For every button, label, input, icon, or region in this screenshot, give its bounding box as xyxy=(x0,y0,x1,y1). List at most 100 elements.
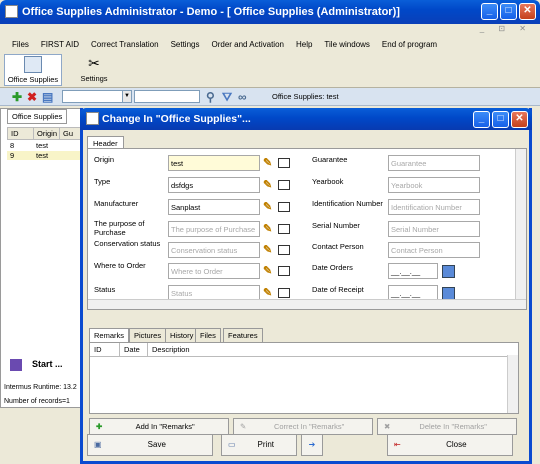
main-title-bar: Office Supplies Administrator - Demo - [… xyxy=(0,0,540,24)
header-form: Origin test ✎ Type dsfdgs ✎ Manufacturer… xyxy=(87,148,527,310)
where-to-order-field[interactable]: Where to Order xyxy=(168,263,260,279)
add-remark-button[interactable]: ✚ Add In "Remarks" xyxy=(89,418,229,435)
date-orders-label: Date Orders xyxy=(312,263,353,272)
manufacturer-label: Manufacturer xyxy=(94,199,139,208)
search-icon[interactable]: ⚲ xyxy=(206,91,218,103)
remarks-grid-header: ID Date Description xyxy=(90,343,518,357)
status-toggle[interactable] xyxy=(278,288,290,298)
col-date[interactable]: Date xyxy=(120,343,148,356)
records-header: ID Origin Gu xyxy=(7,127,87,140)
app-icon xyxy=(5,5,18,18)
dialog-footer: ▣ Save ▭ Print ➔ ⇤ Close xyxy=(87,434,527,460)
col-id[interactable]: ID xyxy=(90,343,120,356)
pencil-icon[interactable]: ✎ xyxy=(263,157,276,170)
purpose-field[interactable]: The purpose of Purchase xyxy=(168,221,260,237)
mdi-controls[interactable]: _ ⊡ ✕ xyxy=(480,24,532,33)
tab-files[interactable]: Files xyxy=(195,328,221,342)
tab-office-supplies[interactable]: Office Supplies xyxy=(7,109,68,124)
menu-help[interactable]: Help xyxy=(296,40,312,49)
menu-files[interactable]: Files xyxy=(12,40,29,49)
menu-first-aid[interactable]: FIRST AID xyxy=(41,40,79,49)
origin-toggle[interactable] xyxy=(278,158,290,168)
toolbar-status: Office Supplies: test xyxy=(272,92,339,101)
close-dialog-button[interactable]: ⇤ Close xyxy=(387,434,513,456)
form-horizontal-scrollbar[interactable] xyxy=(88,299,526,309)
pencil-icon: ✎ xyxy=(240,422,247,431)
minimize-button[interactable]: _ xyxy=(481,3,498,20)
cell-id: 9 xyxy=(10,151,15,160)
menu-tile-windows[interactable]: Tile windows xyxy=(324,40,370,49)
conservation-field[interactable]: Conservation status xyxy=(168,242,260,258)
start-button[interactable]: Start ... xyxy=(6,355,86,377)
tab-remarks[interactable]: Remarks xyxy=(89,328,130,342)
where-to-order-toggle[interactable] xyxy=(278,266,290,276)
table-row[interactable]: 9 test xyxy=(7,151,89,160)
menu-order-activation[interactable]: Order and Activation xyxy=(211,40,283,49)
menu-correct-translation[interactable]: Correct Translation xyxy=(91,40,159,49)
tab-pictures[interactable]: Pictures xyxy=(129,328,167,342)
purpose-toggle[interactable] xyxy=(278,224,290,234)
main-title: Office Supplies Administrator - Demo - [… xyxy=(22,6,400,18)
remarks-vertical-scrollbar[interactable] xyxy=(507,355,518,413)
yearbook-label: Yearbook xyxy=(312,177,344,186)
maximize-button[interactable]: □ xyxy=(500,3,517,20)
delete-icon: ✖ xyxy=(384,422,391,431)
origin-field[interactable]: test xyxy=(168,155,260,171)
dialog-maximize-button[interactable]: □ xyxy=(492,111,509,128)
add-icon[interactable]: ✚ xyxy=(12,91,24,103)
menu-bar: Files FIRST AID Correct Translation Sett… xyxy=(0,36,540,52)
table-row[interactable]: 8 test xyxy=(7,141,89,150)
search-input[interactable] xyxy=(134,90,200,103)
tools-icon: ✂ xyxy=(88,55,100,71)
purpose-label: The purpose of Purchase xyxy=(94,219,145,237)
col-id[interactable]: ID xyxy=(8,128,34,139)
pencil-icon[interactable]: ✎ xyxy=(263,265,276,278)
print-button[interactable]: ▭ Print xyxy=(221,434,297,456)
type-toggle[interactable] xyxy=(278,180,290,190)
forward-arrow-button[interactable]: ➔ xyxy=(301,434,323,456)
manufacturer-toggle[interactable] xyxy=(278,202,290,212)
edit-icon[interactable]: ▤ xyxy=(42,91,54,103)
print-label: Print xyxy=(257,440,274,449)
add-remark-label: Add In "Remarks" xyxy=(135,422,195,431)
dialog-minimize-button[interactable]: _ xyxy=(473,111,490,128)
menu-settings[interactable]: Settings xyxy=(171,40,200,49)
pencil-icon[interactable]: ✎ xyxy=(263,201,276,214)
pencil-icon[interactable]: ✎ xyxy=(263,179,276,192)
pencil-icon[interactable]: ✎ xyxy=(263,244,276,257)
tab-history[interactable]: History xyxy=(165,328,199,342)
date-orders-field[interactable]: __.__.__ xyxy=(388,263,438,279)
ribbon: Office Supplies ✂ Settings xyxy=(0,52,540,88)
ribbon-office-supplies-label: Office Supplies xyxy=(7,75,59,84)
close-button[interactable]: ✕ xyxy=(519,3,536,20)
form-vertical-scrollbar[interactable] xyxy=(515,149,526,299)
dialog-title: Change In "Office Supplies"... xyxy=(102,113,251,125)
correct-remark-button[interactable]: ✎ Correct In "Remarks" xyxy=(233,418,373,435)
save-button[interactable]: ▣ Save xyxy=(87,434,213,456)
contact-person-field[interactable]: Contact Person xyxy=(388,242,480,258)
menu-end-program[interactable]: End of program xyxy=(382,40,437,49)
conservation-toggle[interactable] xyxy=(278,245,290,255)
manufacturer-field[interactable]: Sanplast xyxy=(168,199,260,215)
yearbook-field[interactable]: Yearbook xyxy=(388,177,480,193)
type-field[interactable]: dsfdgs xyxy=(168,177,260,193)
tab-features[interactable]: Features xyxy=(223,328,263,342)
binoculars-icon[interactable]: ∞ xyxy=(238,91,250,103)
date-receipt-label: Date of Receipt xyxy=(312,285,364,294)
remarks-grid: ID Date Description xyxy=(89,342,519,414)
serial-number-field[interactable]: Serial Number xyxy=(388,221,480,237)
save-icon: ▣ xyxy=(94,440,102,449)
col-origin[interactable]: Origin xyxy=(34,128,60,139)
delete-remark-button[interactable]: ✖ Delete In "Remarks" xyxy=(377,418,517,435)
guarantee-field[interactable]: Guarantee xyxy=(388,155,480,171)
pencil-icon[interactable]: ✎ xyxy=(263,223,276,236)
ribbon-office-supplies-button[interactable]: Office Supplies xyxy=(4,54,62,86)
identification-field[interactable]: Identification Number xyxy=(388,199,480,215)
dialog-close-button[interactable]: ✕ xyxy=(511,111,528,128)
chevron-down-icon[interactable]: ▼ xyxy=(122,90,132,103)
ribbon-settings-button[interactable]: ✂ Settings xyxy=(68,54,120,86)
col-description[interactable]: Description xyxy=(148,343,518,356)
delete-icon[interactable]: ✖ xyxy=(27,91,39,103)
filter-icon[interactable]: ⛛ xyxy=(222,91,234,103)
calendar-icon[interactable] xyxy=(442,265,455,278)
